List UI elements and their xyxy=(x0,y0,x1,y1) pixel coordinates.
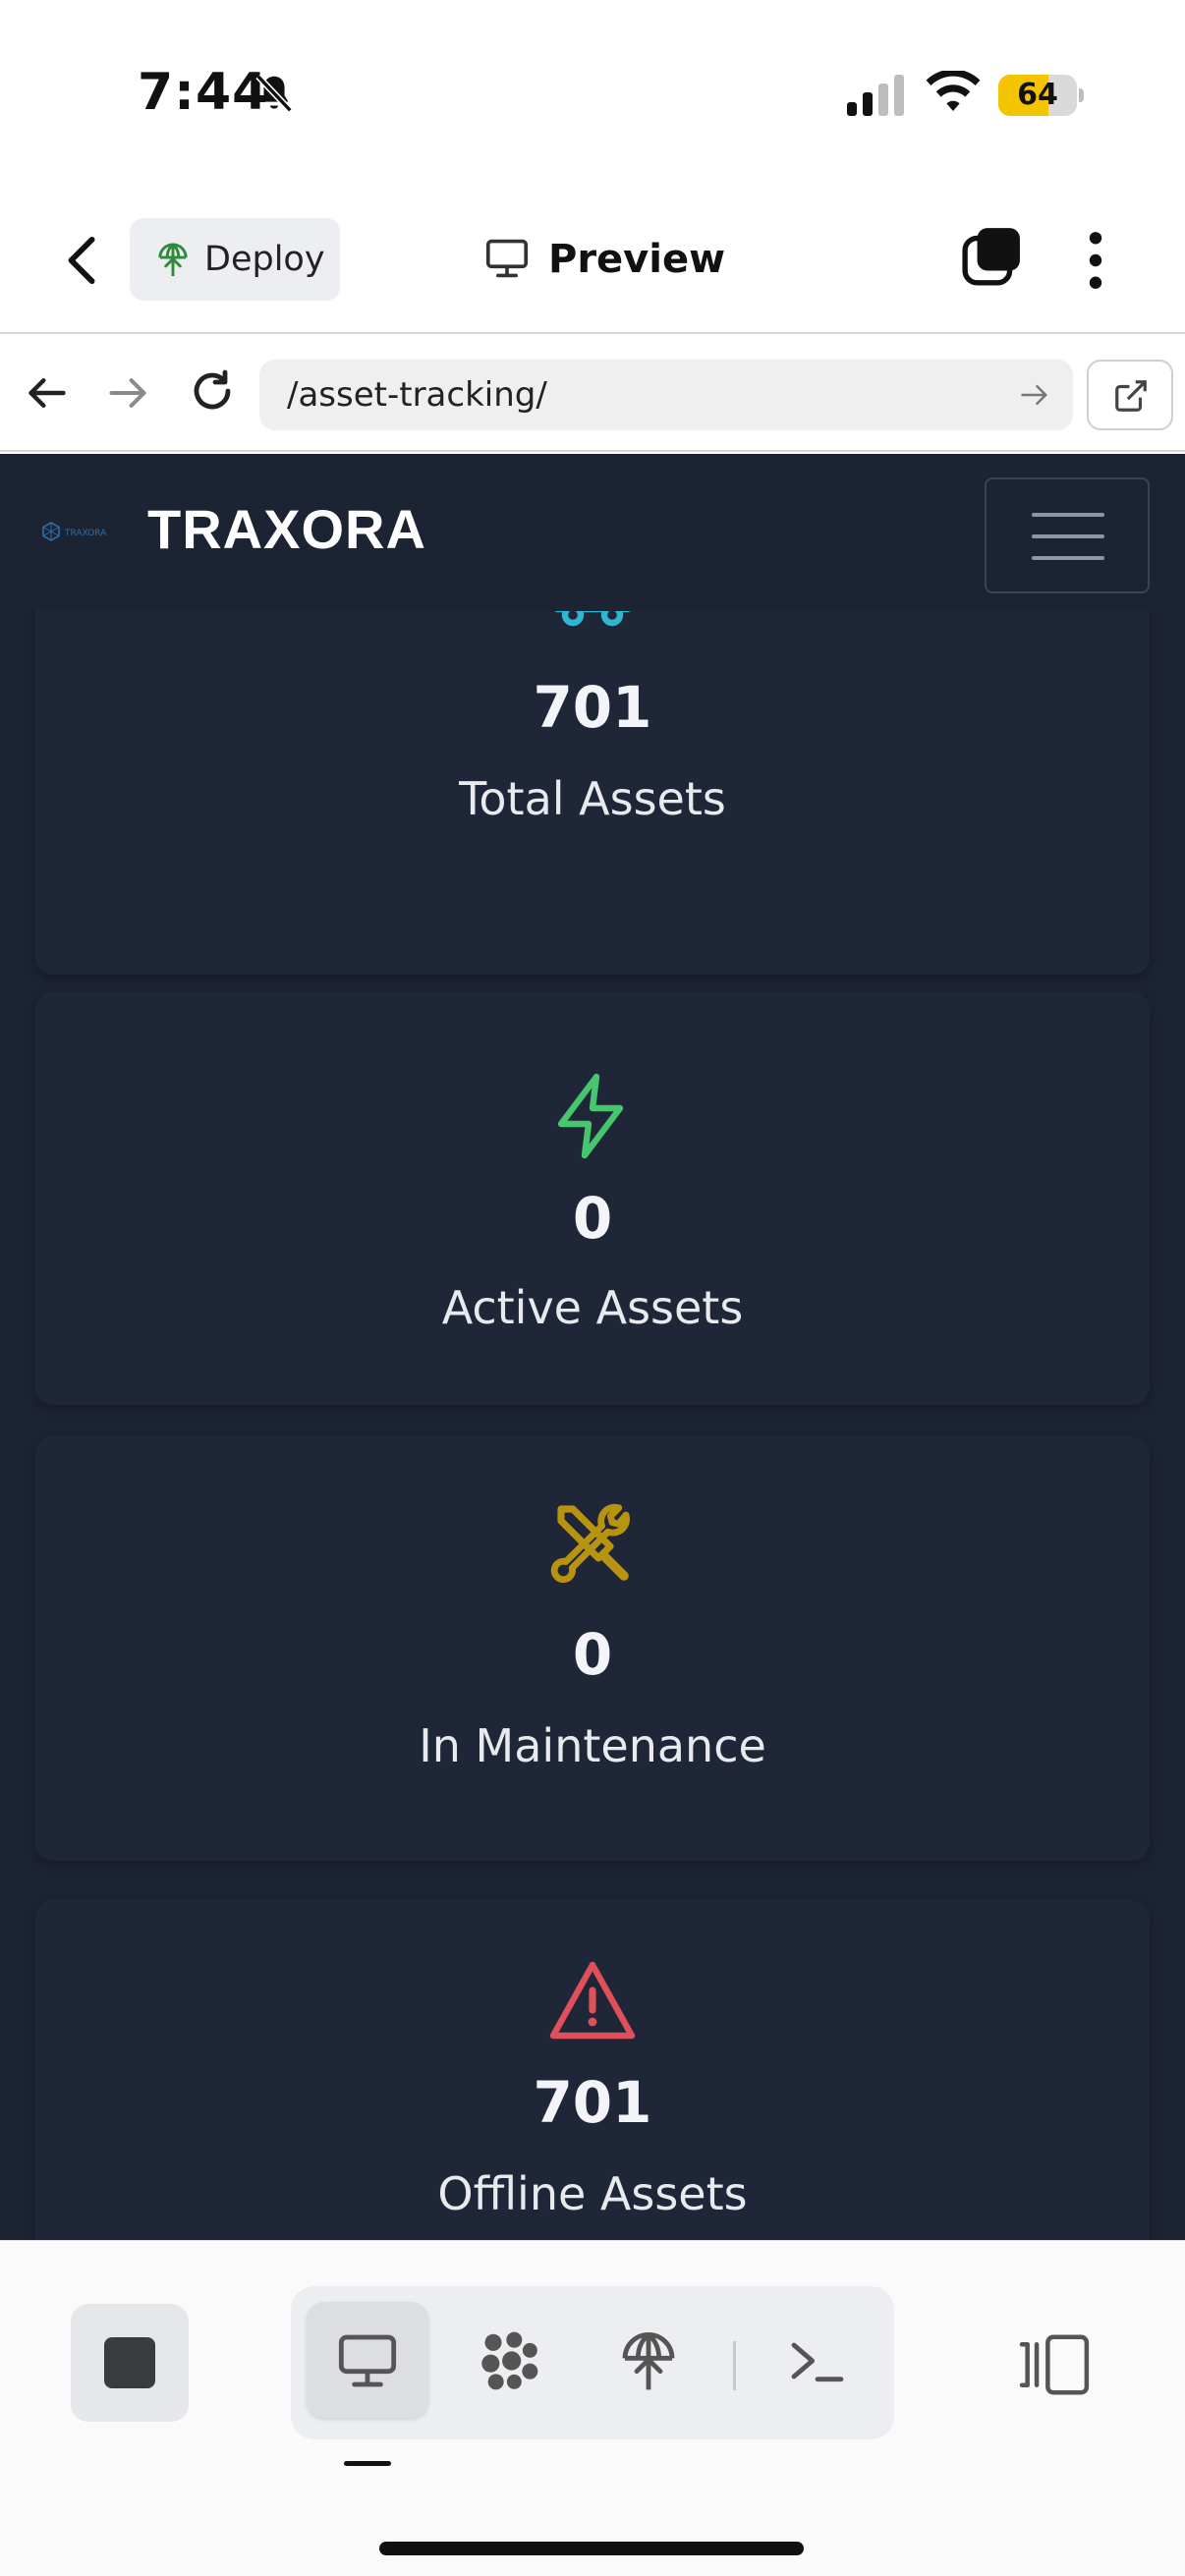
active-tool-indicator xyxy=(344,2461,391,2466)
bottom-toolbar xyxy=(0,2240,1185,2576)
stat-value: 0 xyxy=(572,1621,613,1688)
lightning-icon xyxy=(557,1073,624,1159)
stat-card-in-maintenance: 0 In Maintenance xyxy=(35,1436,1150,1861)
stat-card-offline-assets: 701 Offline Assets xyxy=(35,1900,1150,2240)
tool-terminal[interactable] xyxy=(757,2302,878,2418)
terminal-icon xyxy=(791,2342,844,2382)
arrow-left-icon[interactable] xyxy=(26,371,69,415)
stat-value: 701 xyxy=(533,674,652,741)
web-preview[interactable]: TRAXORA TRAXORA 701 Total Assets 0 Activ… xyxy=(0,454,1185,2240)
stat-label: Active Assets xyxy=(441,1281,744,1334)
url-input[interactable]: /asset-tracking/ xyxy=(259,360,1073,430)
assets-dots-icon xyxy=(481,2331,538,2390)
browser-bar: /asset-tracking/ xyxy=(0,334,1185,452)
stat-label: Total Assets xyxy=(459,772,726,825)
tools-icon xyxy=(550,1503,630,1584)
toolbar-divider xyxy=(733,2341,736,2390)
reload-icon[interactable] xyxy=(189,367,236,415)
more-vertical-icon[interactable] xyxy=(1077,230,1114,291)
site-navbar: TRAXORA TRAXORA xyxy=(0,454,1185,611)
app-top-bar: Deploy Preview xyxy=(0,187,1185,334)
cellular-signal-icon xyxy=(847,75,904,116)
brand-name[interactable]: TRAXORA xyxy=(147,497,426,561)
tool-assets[interactable] xyxy=(448,2302,570,2418)
status-time: 7:44 xyxy=(138,63,269,122)
bell-slash-icon xyxy=(255,74,293,113)
stop-icon xyxy=(104,2337,155,2388)
stat-value: 701 xyxy=(533,2069,652,2136)
external-link-icon xyxy=(1115,380,1147,412)
battery-level: 64 xyxy=(1017,78,1058,112)
stat-value: 0 xyxy=(572,1185,613,1252)
stat-card-active-assets: 0 Active Assets xyxy=(35,992,1150,1405)
open-external-button[interactable] xyxy=(1087,360,1173,430)
tool-switcher xyxy=(291,2286,894,2439)
monitor-icon xyxy=(485,239,529,278)
hamburger-menu-button[interactable] xyxy=(985,477,1150,593)
deploy-button[interactable]: Deploy xyxy=(130,218,340,301)
battery-icon: 64 xyxy=(998,75,1084,116)
status-bar: 7:44 64 xyxy=(0,0,1185,187)
chevron-left-icon[interactable] xyxy=(61,236,104,285)
tabs-icon[interactable] xyxy=(961,226,1022,287)
deploy-globe-icon xyxy=(622,2332,675,2390)
stat-label: In Maintenance xyxy=(419,1719,766,1772)
tool-deploy[interactable] xyxy=(588,2302,709,2418)
arrow-right-icon[interactable] xyxy=(106,371,149,415)
stat-label: Offline Assets xyxy=(437,2167,748,2220)
brand-logo[interactable]: TRAXORA xyxy=(41,521,122,542)
tool-preview[interactable] xyxy=(307,2302,428,2418)
home-indicator xyxy=(379,2542,804,2555)
wifi-icon xyxy=(926,71,981,111)
stop-button[interactable] xyxy=(71,2304,189,2422)
arrow-go-icon[interactable] xyxy=(1020,381,1049,409)
url-text: /asset-tracking/ xyxy=(287,375,547,415)
preview-title[interactable]: Preview xyxy=(548,222,725,297)
deploy-globe-icon xyxy=(158,243,188,277)
monitor-icon xyxy=(338,2334,397,2387)
panel-toggle-icon[interactable] xyxy=(1016,2333,1091,2396)
warning-icon xyxy=(549,1961,636,2040)
deploy-label: Deploy xyxy=(204,240,325,279)
svg-text:TRAXORA: TRAXORA xyxy=(64,529,107,538)
